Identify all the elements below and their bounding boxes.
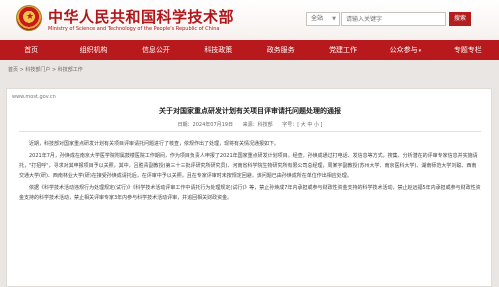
article-paragraph: 2021年7月，孙焕成在南京大学医学院附属鼓楼医院工作期间，作为项目负责人申报了… — [19, 153, 478, 179]
article-body: 近期，科技部对国家重点研发计划有关项目评审请托问题进行了核查，依规作出了处理，现… — [19, 139, 481, 205]
chevron-down-icon: ▼ — [332, 16, 336, 22]
nav-item-info-disclosure[interactable]: 信息公开 — [125, 40, 187, 60]
site-title[interactable]: 中华人民共和国科学技术部 — [48, 6, 234, 27]
breadcrumb[interactable]: 首页 > 科技部门户 > 科技部工作 — [8, 66, 83, 73]
article-panel: www.most.gov.cn 关于对国家重点研发计划有关项目评审请托问题处理的… — [6, 88, 492, 287]
article-paragraph: 依据《科学技术活动违规行为处理规定(试行)》《科学技术活动评审工作中请托行为处理… — [19, 185, 481, 201]
main-nav: 首页 组织机构 信息公开 科技政策 政务服务 党建工作 公众参与▾ 专题专栏 — [0, 40, 499, 60]
site-url: www.most.gov.cn — [12, 94, 56, 100]
font-size-control[interactable]: 字号：[ 大 中 小 ] — [282, 122, 322, 128]
national-emblem-icon[interactable]: ★ — [16, 5, 42, 31]
nav-item-gov-services[interactable]: 政务服务 — [250, 40, 312, 60]
site-scope-value: 全站 — [311, 15, 324, 22]
article-title: 关于对国家重点研发计划有关项目评审请托问题处理的通报 — [159, 107, 341, 115]
divider — [19, 131, 481, 132]
nav-item-label: 公众参与 — [389, 46, 418, 54]
nav-item-organization[interactable]: 组织机构 — [62, 40, 124, 60]
nav-item-home[interactable]: 首页 — [0, 40, 62, 60]
nav-item-party-building[interactable]: 党建工作 — [312, 40, 374, 60]
article-meta: 日期：2024年07月19日 来源：科技部 字号：[ 大 中 小 ] — [7, 121, 493, 128]
article-date: 日期：2024年07月19日 — [177, 122, 233, 128]
article-paragraph: 近期，科技部对国家重点研发计划有关项目评审请托问题进行了核查，依规作出了处理，现… — [29, 141, 280, 147]
chevron-down-icon: ▾ — [418, 48, 422, 54]
article-source: 来源：科技部 — [242, 122, 273, 128]
nav-item-special-topics[interactable]: 专题专栏 — [437, 40, 499, 60]
nav-item-policy[interactable]: 科技政策 — [187, 40, 249, 60]
nav-item-public-participation[interactable]: 公众参与▾ — [374, 40, 436, 60]
site-header: ★ 中华人民共和国科学技术部 Ministry of Science and T… — [0, 0, 499, 40]
search-button[interactable]: 搜索 — [449, 12, 471, 26]
site-scope-select[interactable]: 全站 ▼ — [306, 12, 340, 26]
site-subtitle: Ministry of Science and Technology of th… — [48, 26, 220, 32]
search-input[interactable] — [341, 12, 446, 26]
